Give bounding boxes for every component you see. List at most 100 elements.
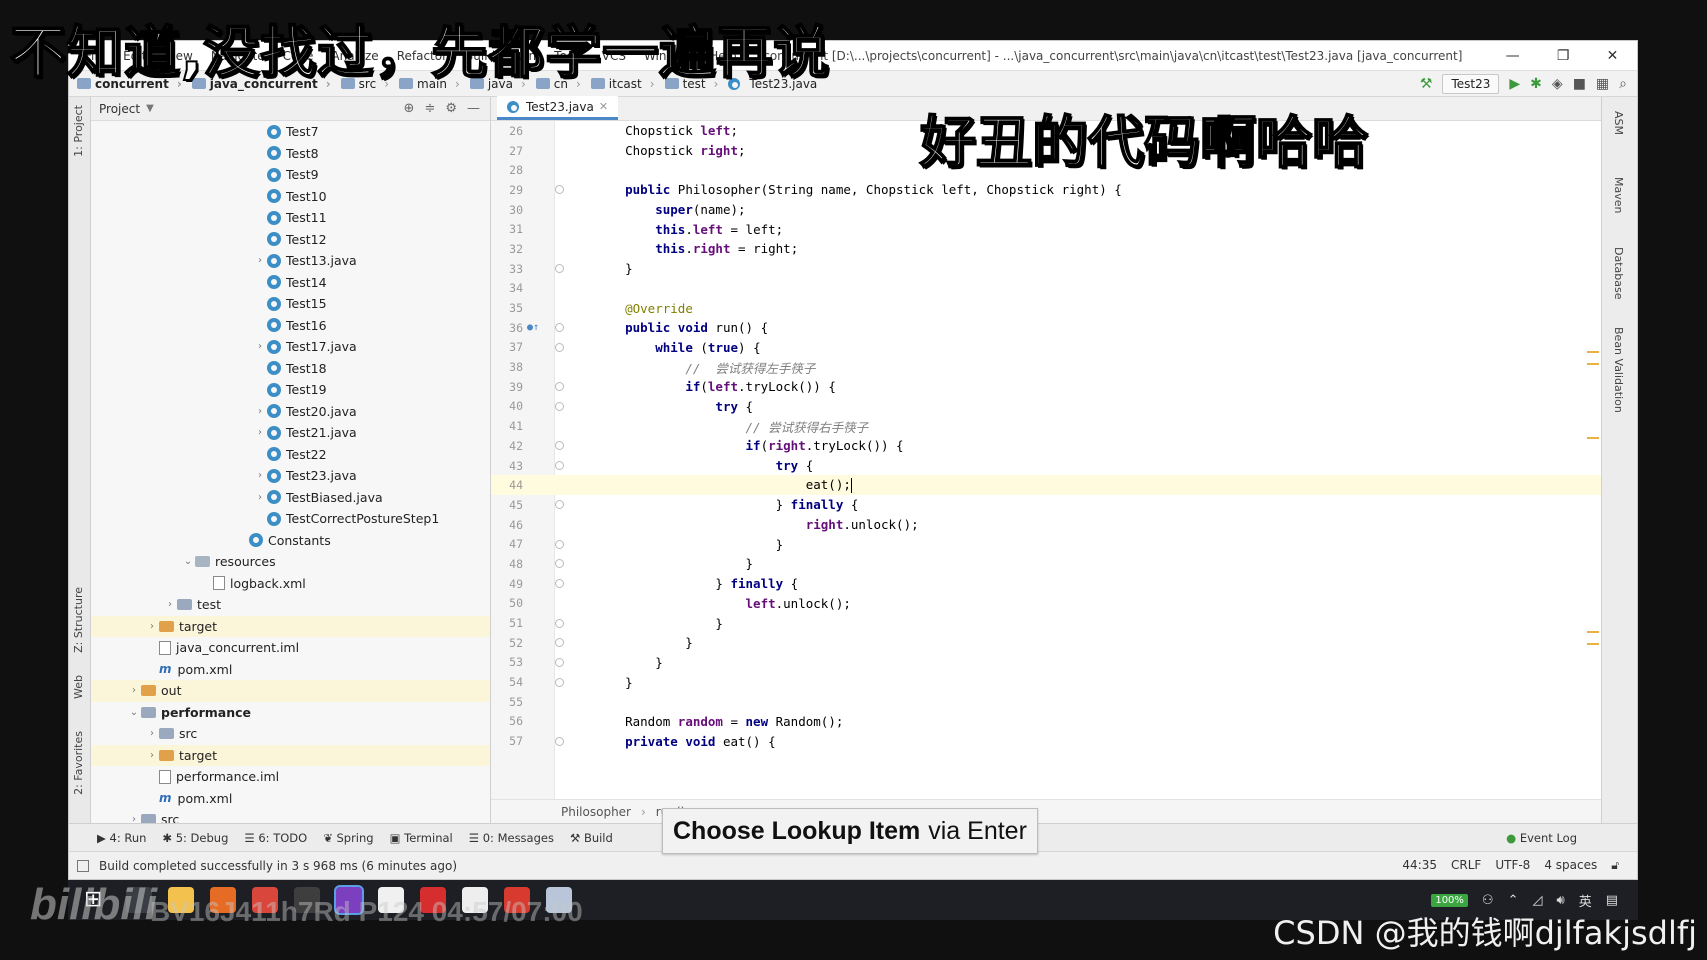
status-toggle-icon[interactable] <box>77 859 89 872</box>
notification-icon[interactable]: ▤ <box>1606 893 1618 908</box>
tab-maven[interactable]: Maven <box>1612 177 1625 213</box>
code-line[interactable]: 39 if(left.tryLock()) { <box>491 377 1601 397</box>
line-number[interactable]: 56 <box>491 714 523 728</box>
override-marker-icon[interactable]: ●↑ <box>527 322 539 333</box>
code-line[interactable]: 50 left.unlock(); <box>491 594 1601 614</box>
tab-structure[interactable]: Z: Structure <box>72 587 85 653</box>
event-log-button[interactable]: ● Event Log <box>1506 831 1637 845</box>
people-icon[interactable]: ⚇ <box>1482 893 1494 908</box>
tree-item[interactable]: Test12 <box>91 229 490 251</box>
code-line[interactable]: 33 } <box>491 259 1601 279</box>
tree-item[interactable]: performance.iml <box>91 766 490 788</box>
line-number[interactable]: 35 <box>491 301 523 315</box>
code-line[interactable]: 55 <box>491 692 1601 712</box>
close-tab-icon[interactable]: ✕ <box>599 100 608 113</box>
tree-item[interactable]: Test10 <box>91 186 490 208</box>
tree-item[interactable]: › Test21.java <box>91 422 490 444</box>
chevron-right-icon[interactable]: › <box>127 685 141 696</box>
code-line[interactable]: 30 super(name); <box>491 200 1601 220</box>
debug-icon[interactable]: ✱ <box>1530 76 1542 92</box>
line-number[interactable]: 43 <box>491 459 523 473</box>
tree-item[interactable]: › target <box>91 615 490 637</box>
line-number[interactable]: 28 <box>491 163 523 177</box>
line-number[interactable]: 42 <box>491 439 523 453</box>
line-number[interactable]: 38 <box>491 360 523 374</box>
code-line[interactable]: 48 } <box>491 554 1601 574</box>
indent-setting[interactable]: 4 spaces <box>1544 858 1597 873</box>
line-number[interactable]: 33 <box>491 262 523 276</box>
status-message[interactable]: Build completed successfully in 3 s 968 … <box>99 859 1392 873</box>
code-line[interactable]: 47 } <box>491 534 1601 554</box>
restore-button[interactable]: ❐ <box>1557 48 1570 64</box>
tree-item[interactable]: java_concurrent.iml <box>91 637 490 659</box>
tree-item[interactable]: › test <box>91 594 490 616</box>
code-line[interactable]: 56 Random random = new Random(); <box>491 712 1601 732</box>
chevron-right-icon[interactable]: › <box>253 255 267 266</box>
fold-icon[interactable] <box>555 638 564 648</box>
chevron-right-icon[interactable]: › <box>145 750 159 761</box>
fold-icon[interactable] <box>555 539 564 549</box>
fold-icon[interactable] <box>555 559 564 569</box>
code-line[interactable]: 34 <box>491 279 1601 299</box>
tree-item[interactable]: › TestBiased.java <box>91 487 490 509</box>
line-number[interactable]: 34 <box>491 281 523 295</box>
scroll-warning-marker[interactable] <box>1587 363 1599 365</box>
tab-database[interactable]: Database <box>1612 247 1625 300</box>
scroll-warning-marker[interactable] <box>1587 437 1599 439</box>
project-view-selector[interactable]: Project <box>99 102 140 116</box>
tree-item[interactable]: logback.xml <box>91 573 490 595</box>
chevron-right-icon[interactable]: › <box>253 492 267 503</box>
line-number[interactable]: 29 <box>491 183 523 197</box>
line-number[interactable]: 53 <box>491 655 523 669</box>
tool-tab-build[interactable]: ⚒ Build <box>570 831 613 845</box>
line-number[interactable]: 50 <box>491 596 523 610</box>
tab-asm[interactable]: ASM <box>1612 111 1625 135</box>
code-line[interactable]: 44 eat(); <box>491 475 1601 496</box>
tree-item[interactable]: Test18 <box>91 358 490 380</box>
tree-item[interactable]: Test7 <box>91 121 490 143</box>
stop-icon[interactable]: ■ <box>1573 76 1586 92</box>
build-hammer-icon[interactable]: ⚒ <box>1420 76 1433 92</box>
network-icon[interactable]: ◿ <box>1532 893 1542 908</box>
fold-icon[interactable] <box>555 185 564 195</box>
code-line[interactable]: 35 @Override <box>491 298 1601 318</box>
tree-item[interactable]: ⌄ performance <box>91 702 490 724</box>
scroll-warning-marker[interactable] <box>1587 631 1599 633</box>
tool-tab-spring[interactable]: ❦ Spring <box>323 831 373 845</box>
locate-icon[interactable]: ⊕ <box>404 101 415 116</box>
tree-item[interactable]: › out <box>91 680 490 702</box>
fold-icon[interactable] <box>555 618 564 628</box>
line-number[interactable]: 30 <box>491 203 523 217</box>
line-number[interactable]: 39 <box>491 380 523 394</box>
tab-test23-java[interactable]: Test23.java ✕ <box>497 96 619 120</box>
coverage-icon[interactable]: ◈ <box>1552 76 1563 92</box>
code-line[interactable]: 46 right.unlock(); <box>491 515 1601 535</box>
scroll-warning-marker[interactable] <box>1587 643 1599 645</box>
fold-icon[interactable] <box>555 441 564 451</box>
lock-icon[interactable]: 🔓︎ <box>1611 858 1619 873</box>
file-encoding[interactable]: UTF-8 <box>1495 858 1530 873</box>
tree-item[interactable]: Constants <box>91 530 490 552</box>
tree-item[interactable]: ⌄ resources <box>91 551 490 573</box>
search-icon[interactable]: ⌕ <box>1619 76 1627 92</box>
code-line[interactable]: 52 } <box>491 633 1601 653</box>
run-configuration-select[interactable]: Test23 <box>1442 73 1500 94</box>
tree-item[interactable]: Test19 <box>91 379 490 401</box>
tool-tab-terminal[interactable]: ▣ Terminal <box>390 831 453 845</box>
line-number[interactable]: 36 <box>491 321 523 335</box>
ime-indicator[interactable]: 英 <box>1579 891 1592 910</box>
tree-item[interactable]: › Test13.java <box>91 250 490 272</box>
tool-tab-0-messages[interactable]: ☰ 0: Messages <box>469 831 554 845</box>
tree-item[interactable]: Test8 <box>91 143 490 165</box>
line-number[interactable]: 55 <box>491 695 523 709</box>
fold-icon[interactable] <box>555 657 564 667</box>
tree-item[interactable]: Test14 <box>91 272 490 294</box>
code-line[interactable]: 29 public Philosopher(String name, Chops… <box>491 180 1601 200</box>
tree-item[interactable]: Test15 <box>91 293 490 315</box>
code-line[interactable]: 32 this.right = right; <box>491 239 1601 259</box>
line-number[interactable]: 26 <box>491 124 523 138</box>
fold-icon[interactable] <box>555 736 564 746</box>
tree-item[interactable]: Test9 <box>91 164 490 186</box>
tree-item[interactable]: › target <box>91 744 490 766</box>
chevron-right-icon[interactable]: › <box>253 470 267 481</box>
